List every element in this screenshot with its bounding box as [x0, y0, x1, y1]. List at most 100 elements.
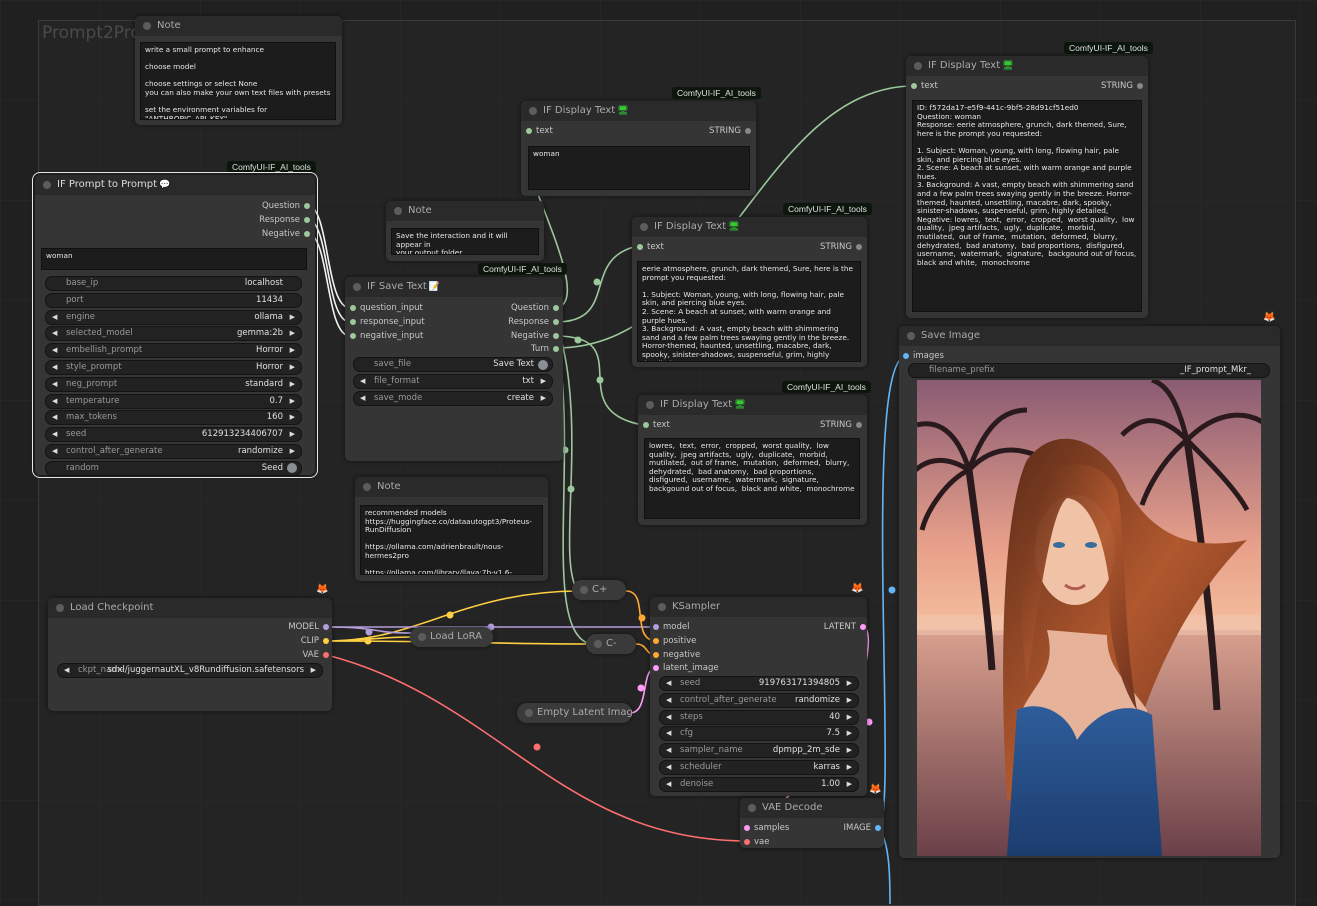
widget-denoise[interactable]: ◀ denoise 1.00 ▶	[659, 776, 859, 792]
input-text[interactable]: text	[643, 419, 733, 431]
widget-seed[interactable]: ◀ seed 612913234406707 ▶	[45, 427, 302, 443]
collapse-dot-icon[interactable]	[353, 283, 361, 291]
widget-base-ip[interactable]: base_ip localhost	[45, 276, 302, 291]
input-text[interactable]: text	[637, 241, 727, 253]
vae-decode-node[interactable]: VAE Decode samples vae IMAGE	[740, 798, 884, 848]
input-model[interactable]: model	[653, 621, 743, 633]
note-mid-node[interactable]: Note Save the interaction and it will ap…	[386, 201, 544, 261]
collapse-dot-icon[interactable]	[748, 804, 756, 812]
display-textarea[interactable]: ID: f572da17-e5f9-441c-9bf5-28d91cf51ed0…	[912, 100, 1142, 312]
arrow-left-icon[interactable]: ◀	[666, 744, 671, 757]
arrow-left-icon[interactable]: ◀	[360, 392, 365, 405]
arrow-right-icon[interactable]: ▶	[847, 694, 852, 707]
arrow-left-icon[interactable]: ◀	[52, 361, 57, 374]
if-prompt-to-prompt-node[interactable]: IF Prompt to Prompt 💬 Question Response N…	[32, 172, 318, 478]
node-header[interactable]: Note	[386, 201, 544, 221]
output-clip[interactable]: CLIP	[239, 635, 329, 647]
collapse-dot-icon[interactable]	[363, 483, 371, 491]
load-lora-node[interactable]: Load LoRA	[410, 627, 493, 647]
output-vae[interactable]: VAE	[239, 649, 329, 661]
arrow-right-icon[interactable]: ▶	[290, 344, 295, 357]
save-image-node[interactable]: Save Image images filename_prefix _IF_pro…	[899, 326, 1280, 858]
output-negative[interactable]: Negative	[180, 228, 310, 240]
collapse-dot-icon[interactable]	[529, 107, 537, 115]
arrow-left-icon[interactable]: ◀	[666, 778, 671, 791]
arrow-left-icon[interactable]: ◀	[64, 664, 69, 677]
if-save-text-node[interactable]: IF Save Text 📝 question_input response_in…	[345, 277, 563, 461]
output-response[interactable]: Response	[469, 316, 559, 328]
note-bottom-node[interactable]: Note recommended models https://huggingf…	[355, 477, 548, 581]
node-header[interactable]: IF Display Text 🖥	[906, 56, 1148, 76]
arrow-right-icon[interactable]: ▶	[847, 727, 852, 740]
collapse-dot-icon[interactable]	[914, 62, 922, 70]
conditioning-positive-node[interactable]: C+	[572, 580, 626, 600]
widget-port[interactable]: port 11434	[45, 292, 302, 308]
arrow-left-icon[interactable]: ◀	[52, 428, 57, 441]
input-text[interactable]: text	[526, 125, 616, 137]
output-string[interactable]: STRING	[661, 125, 751, 137]
widget-style-prompt[interactable]: ◀ style_prompt Horror ▶	[45, 360, 302, 375]
widget-steps[interactable]: ◀ steps 40 ▶	[659, 709, 859, 725]
node-header[interactable]: Note	[355, 477, 548, 497]
if-display-text-node-3[interactable]: IF Display Text 🖥 text STRING eerie atmos…	[632, 217, 867, 367]
arrow-left-icon[interactable]: ◀	[666, 694, 671, 707]
collapse-dot-icon[interactable]	[640, 223, 648, 231]
arrow-right-icon[interactable]: ▶	[541, 375, 546, 388]
ksampler-node[interactable]: KSampler model positive negative latent_…	[650, 597, 867, 796]
arrow-left-icon[interactable]: ◀	[360, 375, 365, 388]
node-header[interactable]: IF Prompt to Prompt 💬	[35, 175, 315, 195]
arrow-right-icon[interactable]: ▶	[290, 378, 295, 391]
node-header[interactable]: IF Save Text 📝	[345, 277, 563, 297]
collapse-dot-icon[interactable]	[594, 640, 602, 648]
input-question[interactable]: question_input	[350, 302, 460, 314]
output-string[interactable]: STRING	[772, 241, 862, 253]
node-header[interactable]: Load Checkpoint	[48, 598, 332, 618]
arrow-right-icon[interactable]: ▶	[290, 428, 295, 441]
widget-cfg[interactable]: ◀ cfg 7.5 ▶	[659, 726, 859, 742]
conditioning-negative-node[interactable]: C-	[586, 634, 636, 654]
arrow-left-icon[interactable]: ◀	[666, 711, 671, 724]
arrow-right-icon[interactable]: ▶	[290, 395, 295, 408]
output-model[interactable]: MODEL	[239, 621, 329, 633]
collapse-dot-icon[interactable]	[56, 604, 64, 612]
if-display-text-node-4[interactable]: IF Display Text 🖥 text STRING lowres, tex…	[638, 395, 867, 525]
output-string[interactable]: STRING	[1053, 80, 1143, 92]
widget-control-after-generate[interactable]: ◀ control_after_generate randomize ▶	[659, 692, 859, 708]
collapse-dot-icon[interactable]	[580, 586, 588, 594]
widget-seed[interactable]: ◀ seed 919763171394805 ▶	[659, 676, 859, 691]
node-header[interactable]: IF Display Text 🖥	[638, 395, 867, 415]
note-text[interactable]: recommended models https://huggingface.c…	[360, 505, 543, 575]
arrow-right-icon[interactable]: ▶	[847, 761, 852, 774]
widget-selected-model[interactable]: ◀ selected_model gemma:2b ▶	[45, 326, 302, 342]
collapse-dot-icon[interactable]	[907, 332, 915, 340]
collapse-dot-icon[interactable]	[525, 709, 533, 717]
generated-image-preview[interactable]	[917, 380, 1261, 856]
arrow-right-icon[interactable]: ▶	[847, 778, 852, 791]
widget-engine[interactable]: ◀ engine ollama ▶	[45, 309, 302, 325]
widget-sampler-name[interactable]: ◀ sampler_name dpmpp_2m_sde ▶	[659, 743, 859, 759]
widget-embellish-prompt[interactable]: ◀ embellish_prompt Horror ▶	[45, 343, 302, 359]
note-top-node[interactable]: Note write a small prompt to enhance cho…	[135, 16, 342, 125]
arrow-left-icon[interactable]: ◀	[52, 311, 57, 324]
widget-temperature[interactable]: ◀ temperature 0.7 ▶	[45, 393, 302, 409]
arrow-left-icon[interactable]: ◀	[52, 327, 57, 340]
arrow-left-icon[interactable]: ◀	[52, 344, 57, 357]
node-header[interactable]: IF Display Text 🖥	[632, 217, 867, 237]
node-header[interactable]: C-	[586, 634, 636, 654]
collapse-dot-icon[interactable]	[418, 633, 426, 641]
arrow-left-icon[interactable]: ◀	[666, 677, 671, 690]
arrow-right-icon[interactable]: ▶	[290, 411, 295, 424]
widget-scheduler[interactable]: ◀ scheduler karras ▶	[659, 760, 859, 775]
arrow-right-icon[interactable]: ▶	[847, 677, 852, 690]
prompt-input-textarea[interactable]: woman	[41, 248, 307, 270]
output-latent[interactable]: LATENT	[776, 621, 866, 633]
output-negative[interactable]: Negative	[469, 330, 559, 342]
input-negative[interactable]: negative	[653, 649, 743, 661]
save-mode-combo[interactable]: ◀ save_mode create ▶	[353, 391, 553, 406]
input-vae[interactable]: vae	[744, 836, 814, 848]
arrow-right-icon[interactable]: ▶	[290, 311, 295, 324]
widget-max-tokens[interactable]: ◀ max_tokens 160 ▶	[45, 410, 302, 426]
input-latent-image[interactable]: latent_image	[653, 662, 743, 674]
arrow-left-icon[interactable]: ◀	[52, 395, 57, 408]
input-text[interactable]: text	[911, 80, 1001, 92]
